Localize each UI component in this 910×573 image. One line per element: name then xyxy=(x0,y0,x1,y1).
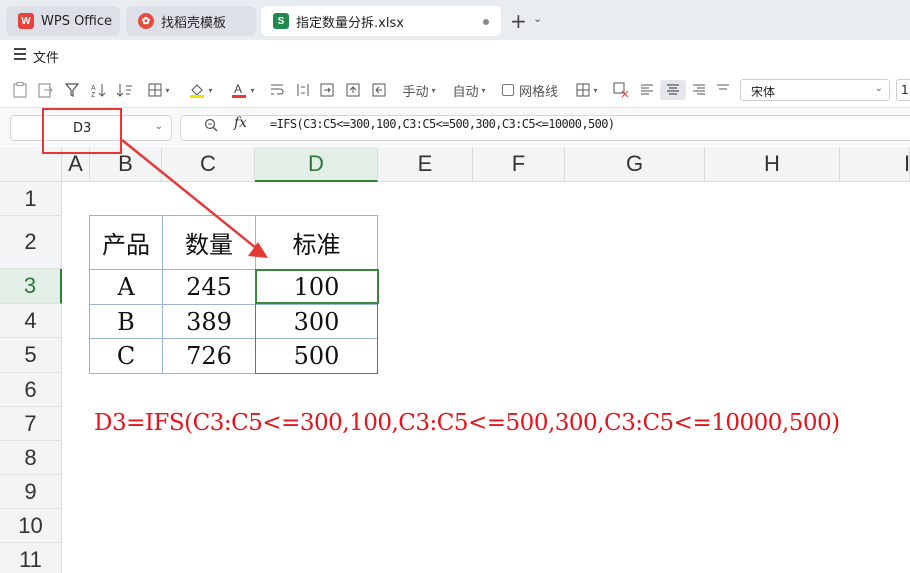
formula-annotation-text: D3=IFS(C3:C5<=300,100,C3:C5<=500,300,C3:… xyxy=(94,410,840,436)
annotation-arrow-icon xyxy=(121,139,268,258)
